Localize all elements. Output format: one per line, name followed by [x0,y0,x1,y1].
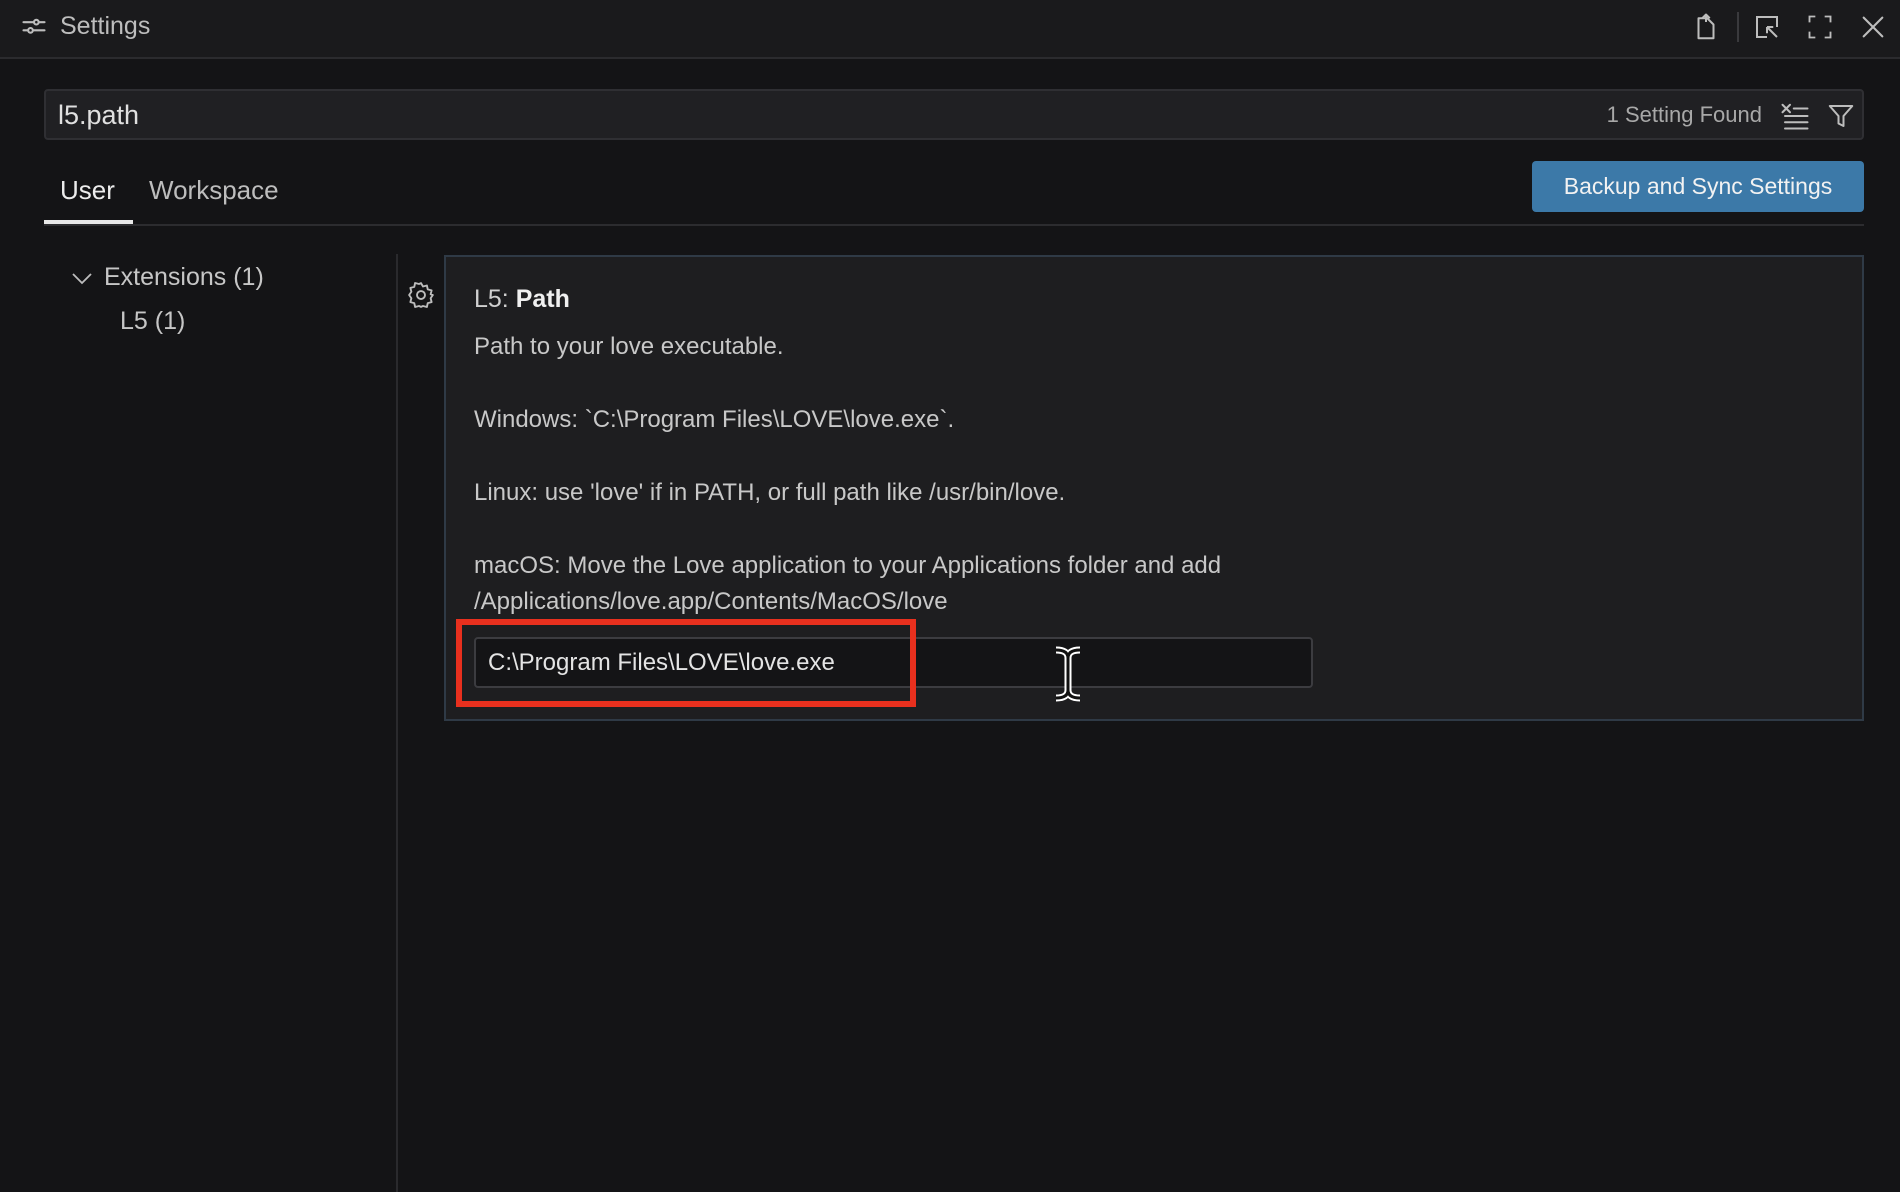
setting-title: L5: Path [474,285,570,314]
close-button[interactable] [1854,8,1892,46]
title-bar: Settings [0,0,1900,59]
setting-description-line: Windows: `C:\Program Files\LOVE\love.exe… [474,406,955,433]
settings-sliders-icon [22,18,46,34]
backup-sync-button[interactable]: Backup and Sync Settings [1532,161,1864,212]
maximize-button[interactable] [1801,8,1839,46]
tree-item-l5[interactable]: L5 (1) [120,307,185,336]
window-title: Settings [60,12,151,40]
setting-item-l5-path: L5: Path Path to your love executable. W… [444,255,1864,721]
settings-search: 1 Setting Found [44,89,1864,140]
tree-item-extensions[interactable]: Extensions (1) [104,263,264,292]
search-result-count: 1 Setting Found [1606,102,1762,127]
title-bar-separator [1737,12,1739,42]
filter-button[interactable] [1822,97,1860,135]
split-editor-icon [1756,16,1778,38]
gear-icon[interactable] [406,280,436,310]
open-settings-json-button[interactable] [1687,8,1725,46]
close-icon [1862,16,1884,38]
tabs-divider [44,224,1864,226]
clear-filter-icon [1781,103,1809,130]
panel-divider[interactable] [396,254,398,1192]
maximize-icon [1808,15,1832,39]
setting-value-input[interactable] [474,637,1313,688]
setting-description-line: Linux: use 'love' if in PATH, or full pa… [474,479,1066,506]
chevron-down-icon[interactable] [70,266,94,290]
search-input[interactable] [56,95,1556,135]
filter-icon [1828,105,1854,127]
tab-workspace[interactable]: Workspace [149,175,279,206]
open-settings-json-icon [1697,13,1715,40]
setting-scope: L5: [474,285,516,313]
setting-description-line: macOS: Move the Love application to your… [474,552,1222,615]
tab-user[interactable]: User [60,175,115,206]
clear-filter-button[interactable] [1776,97,1814,135]
setting-name: Path [515,285,570,313]
setting-description-line: Path to your love executable. [474,333,784,360]
split-editor-button[interactable] [1748,8,1786,46]
